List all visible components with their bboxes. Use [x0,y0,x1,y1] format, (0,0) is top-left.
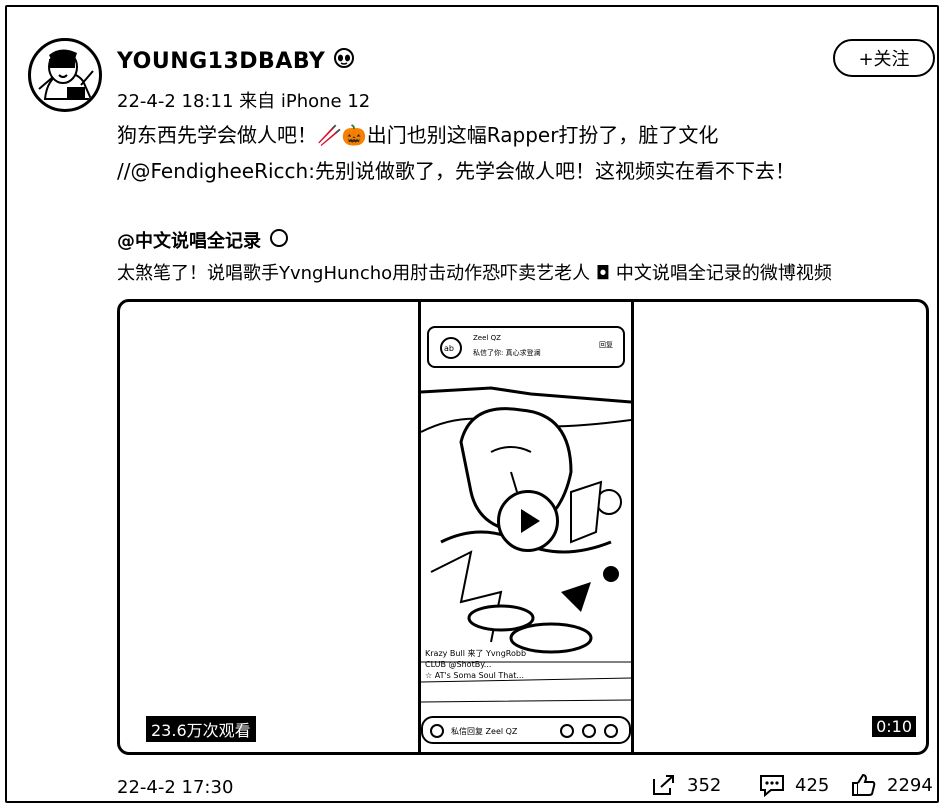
phone-bottom-bar: 私信回复 Zeel QZ [421,716,631,744]
avatar[interactable] [28,38,102,112]
camera-icon [430,724,444,738]
comment-icon [760,775,784,797]
message-notification: ab Zeel QZ 私信了你: 真心求登澜 回复 [427,326,625,368]
post-card: YOUNG13DBABY 22-4-2 18:11 来自 iPhone 12 +… [5,5,939,803]
comment-button[interactable]: 425 [759,773,829,797]
footer-date: 22-4-2 17:30 [117,777,234,798]
play-icon [521,509,540,533]
username[interactable]: YOUNG13DBABY [117,49,325,74]
live-comments: Krazy Bull 来了 YvngRobb CLUB @ShotBy... ☆… [425,648,526,681]
repost-author-row: @中文说唱全记录 [117,227,289,253]
live-comment: ☆ AT's Soma Soul That... [425,671,525,680]
svg-text:ab: ab [444,344,454,353]
repost-text: 太煞笔了！说唱歌手YvngHuncho用肘击动作恐吓卖艺老人 ◘ 中文说唱全记录… [117,263,832,284]
notification-sender: Zeel QZ [473,334,501,342]
duration-badge: 0:10 [872,716,916,737]
post-text-line2: //@FendigheeRicch:先别说做歌了，先学会做人吧！这视频实在看不下… [117,159,795,183]
share-count: 352 [687,774,722,796]
like-count: 2294 [887,774,933,796]
verified-icon [269,228,289,253]
notification-reply: 回复 [599,341,613,349]
notification-message: 私信了你: 真心求登澜 [473,349,541,357]
view-count-badge: 23.6万次观看 [146,716,256,742]
like-button[interactable]: 2294 [851,773,933,797]
alien-badge-icon [333,47,355,75]
post-meta: 22-4-2 18:11 来自 iPhone 12 [117,91,371,112]
phone-action-icons [560,724,618,738]
follow-button[interactable]: +关注 [833,39,935,77]
phone-bottom-text: 私信回复 Zeel QZ [451,727,518,736]
thumbs-up-icon [852,773,876,796]
repost-author[interactable]: @中文说唱全记录 [117,227,261,253]
notification-avatar-icon: ab [440,337,462,359]
post-text-line1: 狗东西先学会做人吧！🥢🎃出门也别这幅Rapper打扮了，脏了文化 [117,123,719,147]
avatar-image [32,42,98,108]
share-icon [653,775,674,795]
comment-count: 425 [795,774,830,796]
username-row: YOUNG13DBABY [117,47,355,75]
live-comment: Krazy Bull 来了 YvngRobb [425,649,527,658]
video-player[interactable]: ab Zeel QZ 私信了你: 真心求登澜 回复 Krazy Bull 来了 … [117,299,929,755]
live-comment: CLUB @ShotBy... [425,660,492,669]
share-button[interactable]: 352 [651,773,721,797]
play-button[interactable] [497,490,559,552]
